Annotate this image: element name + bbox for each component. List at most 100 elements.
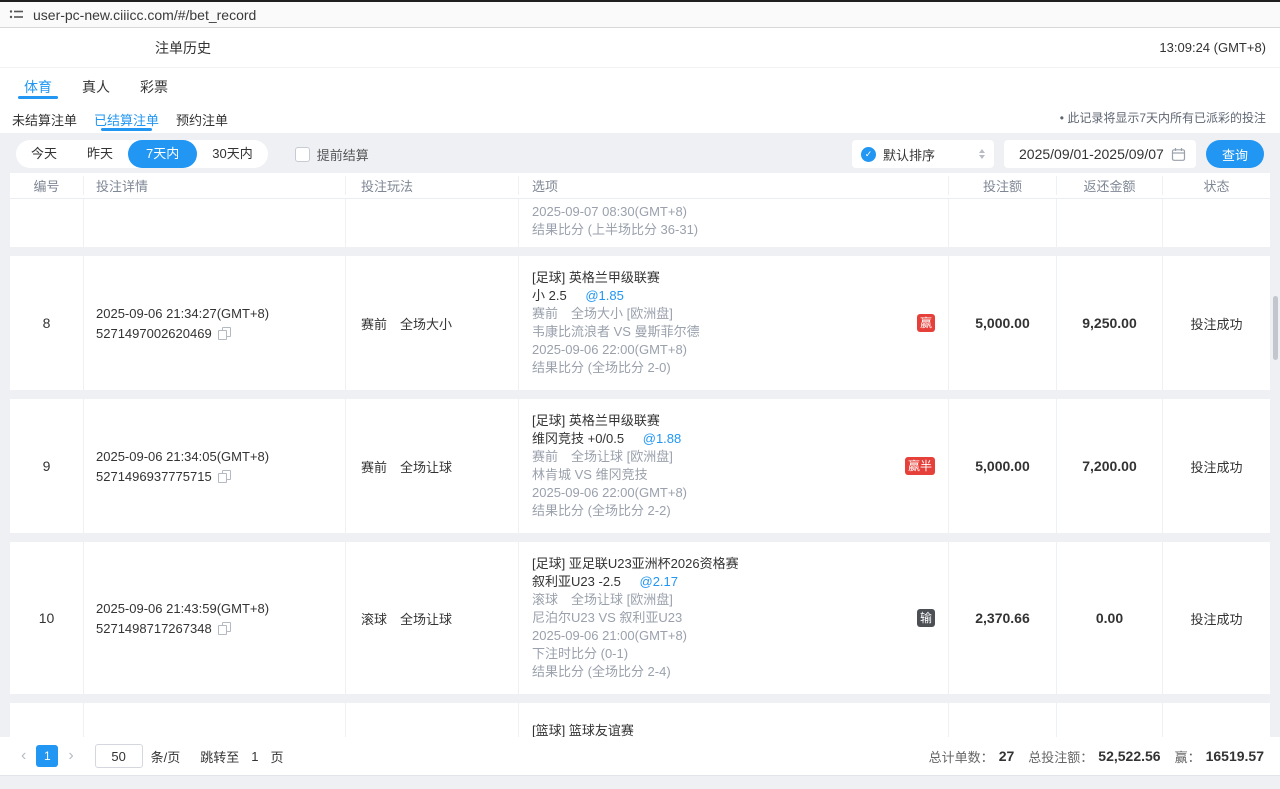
copy-icon[interactable] <box>218 622 230 635</box>
bet-detail-cell: 2025-09-06 21:34:05(GMT+8) 5271496937775… <box>83 399 345 533</box>
pagination-footer: ‹ 1 › 条/页 跳转至 1 页 总计单数： 27 总投注额： 52,522.… <box>0 737 1280 775</box>
table-row: 8 2025-09-06 21:34:27(GMT+8) 52714970026… <box>10 256 1270 390</box>
chevron-right-icon[interactable]: › <box>63 748 78 764</box>
url-text[interactable]: user-pc-new.ciiicc.com/#/bet_record <box>33 7 256 23</box>
total-win-label: 赢： <box>1175 747 1201 766</box>
early-settle-checkbox-wrap[interactable]: 提前结算 <box>295 145 369 164</box>
check-circle-icon: ✓ <box>861 147 876 162</box>
bet-option-cell: [足球] 亚足联U23亚洲杯2026资格赛 叙利亚U23 -2.5 @2.17 … <box>518 542 948 694</box>
option-line: 2025-09-06 22:00(GMT+8) <box>532 484 948 502</box>
league-name: [足球] 英格兰甲级联赛 <box>532 269 948 287</box>
reader-list-icon[interactable] <box>9 7 24 22</box>
status-subtabs: 未结算注单 已结算注单 预约注单 • 此记录将显示7天内所有已派彩的投注 <box>0 101 1280 133</box>
table-row: 9 2025-09-06 21:34:05(GMT+8) 52714969377… <box>10 399 1270 533</box>
total-count-label: 总计单数： <box>929 747 994 766</box>
filter-30days[interactable]: 30天内 <box>197 140 267 168</box>
tab-lottery[interactable]: 彩票 <box>140 68 168 101</box>
bet-id: 9 <box>10 399 83 533</box>
result-badge-win: 赢 <box>917 314 935 332</box>
tab-live[interactable]: 真人 <box>82 68 110 101</box>
copy-icon[interactable] <box>218 327 230 340</box>
header-option: 选项 <box>518 176 948 195</box>
jump-page-value[interactable]: 1 <box>251 749 258 764</box>
option-line: 赛前 全场大小 [欧洲盘] <box>532 305 948 323</box>
total-stake-label: 总投注额： <box>1028 747 1093 766</box>
payout-amount: 7,200.00 <box>1056 399 1162 533</box>
option-line: 滚球 全场让球 [欧洲盘] <box>532 591 948 609</box>
sort-selected-value: 默认排序 <box>883 145 972 164</box>
bet-pick: 叙利亚U23 -2.5 <box>532 574 621 589</box>
filter-toolbar: 今天 昨天 7天内 30天内 提前结算 ✓ 默认排序 2025/09/01-20… <box>0 133 1280 173</box>
league-name: [篮球] 篮球友谊赛 <box>532 722 948 737</box>
bet-option-cell: [足球] 英格兰甲级联赛 维冈竞技 +0/0.5 @1.88 赛前 全场让球 [… <box>518 399 948 533</box>
page-number-button[interactable]: 1 <box>36 745 58 767</box>
bet-detail-cell: 2025-09-06 21:43:59(GMT+8) 5271498717267… <box>83 542 345 694</box>
subtab-reserved[interactable]: 预约注单 <box>176 101 228 133</box>
option-line: 韦康比流浪者 VS 曼斯菲尔德 <box>532 323 948 341</box>
bet-record-table: 编号 投注详情 投注玩法 选项 投注额 返还金额 状态 2025-09-07 0… <box>10 173 1270 737</box>
filter-today[interactable]: 今天 <box>16 140 72 168</box>
bet-play: 赛前 全场让球 <box>345 399 518 533</box>
option-line: 林肯城 VS 维冈竞技 <box>532 466 948 484</box>
stake-amount: 5,000.00 <box>948 256 1056 390</box>
page-size-input[interactable] <box>95 744 143 768</box>
category-tabs: 体育 真人 彩票 <box>0 68 1280 101</box>
filter-yesterday[interactable]: 昨天 <box>72 140 128 168</box>
bet-option-cell: [足球] 英格兰甲级联赛 小 2.5 @1.85 赛前 全场大小 [欧洲盘] 韦… <box>518 256 948 390</box>
bet-status: 投注成功 <box>1162 256 1270 390</box>
date-range-value: 2025/09/01-2025/09/07 <box>1019 146 1171 162</box>
subtab-settled[interactable]: 已结算注单 <box>94 101 159 133</box>
filter-7days[interactable]: 7天内 <box>128 140 197 168</box>
bet-pick: 维冈竞技 +0/0.5 <box>532 431 624 446</box>
option-line: 结果比分 (上半场比分 36-31) <box>532 221 948 239</box>
per-page-label: 条/页 <box>151 747 181 766</box>
option-line: 赛前 全场让球 [欧洲盘] <box>532 448 948 466</box>
bet-status: 投注成功 <box>1162 542 1270 694</box>
payout-amount: 9,250.00 <box>1056 256 1162 390</box>
query-button[interactable]: 查询 <box>1206 140 1264 168</box>
row-divider <box>10 694 1270 703</box>
totals-summary: 总计单数： 27 总投注额： 52,522.56 赢： 16519.57 <box>929 747 1264 766</box>
result-badge-half-win: 赢半 <box>905 457 935 475</box>
ticket-number: 5271496937775715 <box>96 469 212 484</box>
table-row-partial-bottom: [篮球] 篮球友谊赛 <box>10 703 1270 737</box>
row-divider <box>10 390 1270 399</box>
option-line: 尼泊尔U23 VS 叙利亚U23 <box>532 609 948 627</box>
copy-icon[interactable] <box>218 470 230 483</box>
option-line: 结果比分 (全场比分 2-4) <box>532 663 948 681</box>
date-range-input[interactable]: 2025/09/01-2025/09/07 <box>1004 140 1196 168</box>
option-line: 下注时比分 (0-1) <box>532 645 948 663</box>
option-line: 结果比分 (全场比分 2-0) <box>532 359 948 377</box>
bet-play: 滚球 全场让球 <box>345 542 518 694</box>
bet-detail-cell: 2025-09-06 21:34:27(GMT+8) 5271497002620… <box>83 256 345 390</box>
row-divider <box>10 247 1270 256</box>
chevron-left-icon[interactable]: ‹ <box>16 748 31 764</box>
bottom-strip <box>0 775 1280 789</box>
ticket-number: 5271497002620469 <box>96 326 212 341</box>
option-line: 2025-09-07 08:30(GMT+8) <box>532 203 948 221</box>
tab-sports[interactable]: 体育 <box>24 68 52 101</box>
option-line: 结果比分 (全场比分 2-2) <box>532 502 948 520</box>
option-line: 2025-09-06 22:00(GMT+8) <box>532 341 948 359</box>
scrollbar-thumb[interactable] <box>1273 296 1278 360</box>
table-header-row: 编号 投注详情 投注玩法 选项 投注额 返还金额 状态 <box>10 173 1270 199</box>
bet-id: 10 <box>10 542 83 694</box>
current-time: 13:09:24 (GMT+8) <box>1159 40 1266 55</box>
bet-id: 8 <box>10 256 83 390</box>
subtab-unsettled[interactable]: 未结算注单 <box>12 101 77 133</box>
sort-select[interactable]: ✓ 默认排序 <box>852 140 994 168</box>
payout-amount: 0.00 <box>1056 542 1162 694</box>
checkbox-icon[interactable] <box>295 147 310 162</box>
league-name: [足球] 英格兰甲级联赛 <box>532 412 948 430</box>
toolbar-right: ✓ 默认排序 2025/09/01-2025/09/07 查询 <box>852 140 1264 168</box>
bet-pick: 小 2.5 <box>532 288 567 303</box>
bet-odds: @1.85 <box>585 288 624 303</box>
page-title: 注单历史 <box>155 38 211 58</box>
result-badge-lose: 输 <box>917 609 935 627</box>
bet-time: 2025-09-06 21:34:27(GMT+8) <box>96 306 345 321</box>
header-status: 状态 <box>1162 176 1270 195</box>
date-quick-filters: 今天 昨天 7天内 30天内 <box>16 140 268 168</box>
calendar-icon[interactable] <box>1171 147 1186 162</box>
total-win-value: 16519.57 <box>1206 748 1264 764</box>
bet-odds: @1.88 <box>643 431 682 446</box>
